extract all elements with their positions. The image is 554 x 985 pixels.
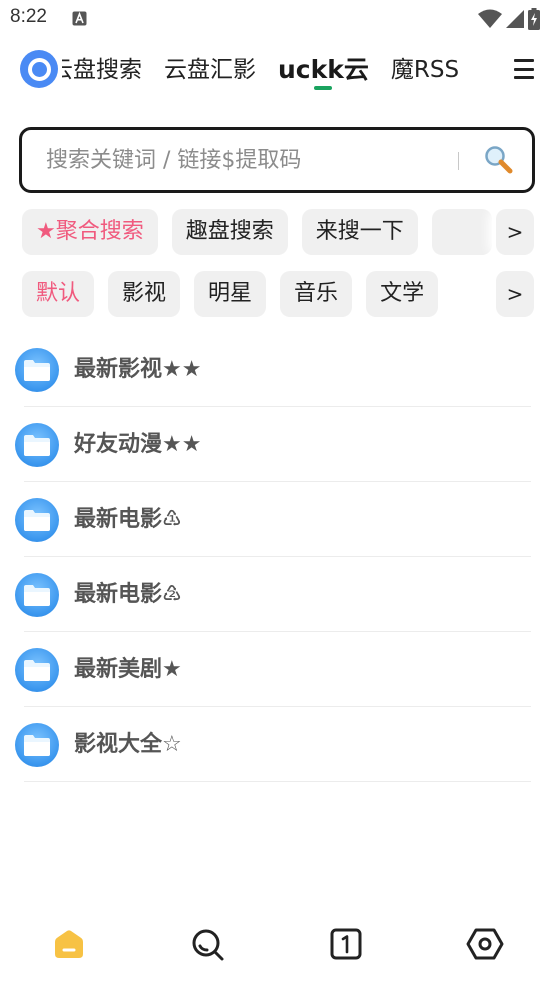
nav-search[interactable] xyxy=(139,914,278,974)
nav-page[interactable] xyxy=(277,914,416,974)
chip-laisou[interactable]: 来搜一下 xyxy=(301,209,418,255)
tab-yunpan-huiying[interactable]: 云盘汇影 xyxy=(164,44,256,96)
top-tab-bar: 云盘搜索 云盘汇影 uckk云 魔RSS xyxy=(0,44,554,96)
folder-list: 最新影视★★ 好友动漫★★ 最新电影♳ 最新电影♴ 最新美剧★ 影视大全☆ xyxy=(0,332,554,782)
list-item[interactable]: 最新影视★★ xyxy=(0,332,554,407)
list-item[interactable]: 最新电影♳ xyxy=(0,482,554,557)
folder-icon xyxy=(15,348,59,392)
folder-label: 好友动漫★★ xyxy=(74,432,202,457)
folder-icon xyxy=(15,648,59,692)
list-item[interactable]: 影视大全☆ xyxy=(0,707,554,782)
chip-default[interactable]: 默认 xyxy=(22,271,95,317)
list-item[interactable]: 最新电影♴ xyxy=(0,557,554,632)
search-divider xyxy=(458,152,459,170)
bottom-nav xyxy=(0,914,554,974)
tab-mo-rss[interactable]: 魔RSS xyxy=(391,44,459,96)
chip-aggregate-search[interactable]: ★聚合搜索 xyxy=(22,209,158,255)
chip-film-tv[interactable]: 影视 xyxy=(108,271,181,317)
folder-icon xyxy=(15,498,59,542)
magnifier-icon xyxy=(485,146,513,174)
settings-hexagon-icon xyxy=(466,928,504,960)
folder-label: 最新电影♳ xyxy=(74,507,182,532)
chip-literature[interactable]: 文学 xyxy=(366,271,439,317)
list-item[interactable]: 好友动漫★★ xyxy=(0,407,554,482)
list-item[interactable]: 最新美剧★ xyxy=(0,632,554,707)
app-logo-icon[interactable] xyxy=(20,50,58,88)
tab-uckk[interactable]: uckk云 xyxy=(278,44,369,96)
category-chips-more-button[interactable]: > xyxy=(496,271,534,317)
chip-partial[interactable] xyxy=(431,209,492,255)
chip-qupan-search[interactable]: 趣盘搜索 xyxy=(171,209,288,255)
search-input[interactable] xyxy=(46,130,446,190)
tab-yunpan-search[interactable]: 云盘搜索 xyxy=(62,44,142,96)
search-icon xyxy=(192,929,224,961)
category-chip-row: 默认 影视 明星 音乐 文学 > xyxy=(22,271,534,317)
chip-celebrity[interactable]: 明星 xyxy=(194,271,267,317)
notification-a-icon xyxy=(72,11,87,26)
folder-label: 最新美剧★ xyxy=(74,657,182,682)
folder-label: 最新电影♴ xyxy=(74,582,182,607)
nav-home[interactable] xyxy=(0,914,139,974)
folder-icon xyxy=(15,423,59,467)
status-icons xyxy=(478,8,540,30)
folder-label: 影视大全☆ xyxy=(74,732,182,757)
status-bar: 8:22 xyxy=(0,0,554,38)
search-bar xyxy=(19,127,535,193)
search-button[interactable] xyxy=(482,144,514,176)
folder-icon xyxy=(15,573,59,617)
engine-chips-more-button[interactable]: > xyxy=(496,209,534,255)
home-icon xyxy=(55,930,84,958)
signal-icon xyxy=(506,10,524,28)
tab-strip[interactable]: 云盘搜索 云盘汇影 uckk云 魔RSS xyxy=(62,44,502,96)
battery-charging-icon xyxy=(528,8,540,30)
wifi-icon xyxy=(478,9,502,28)
folder-label: 最新影视★★ xyxy=(74,357,202,382)
menu-icon[interactable] xyxy=(514,58,534,80)
folder-icon xyxy=(15,723,59,767)
page-one-icon xyxy=(330,928,362,960)
chip-music[interactable]: 音乐 xyxy=(280,271,353,317)
nav-settings[interactable] xyxy=(416,914,554,974)
status-time: 8:22 xyxy=(10,6,47,27)
engine-chip-row: ★聚合搜索 趣盘搜索 来搜一下 > xyxy=(22,209,534,255)
